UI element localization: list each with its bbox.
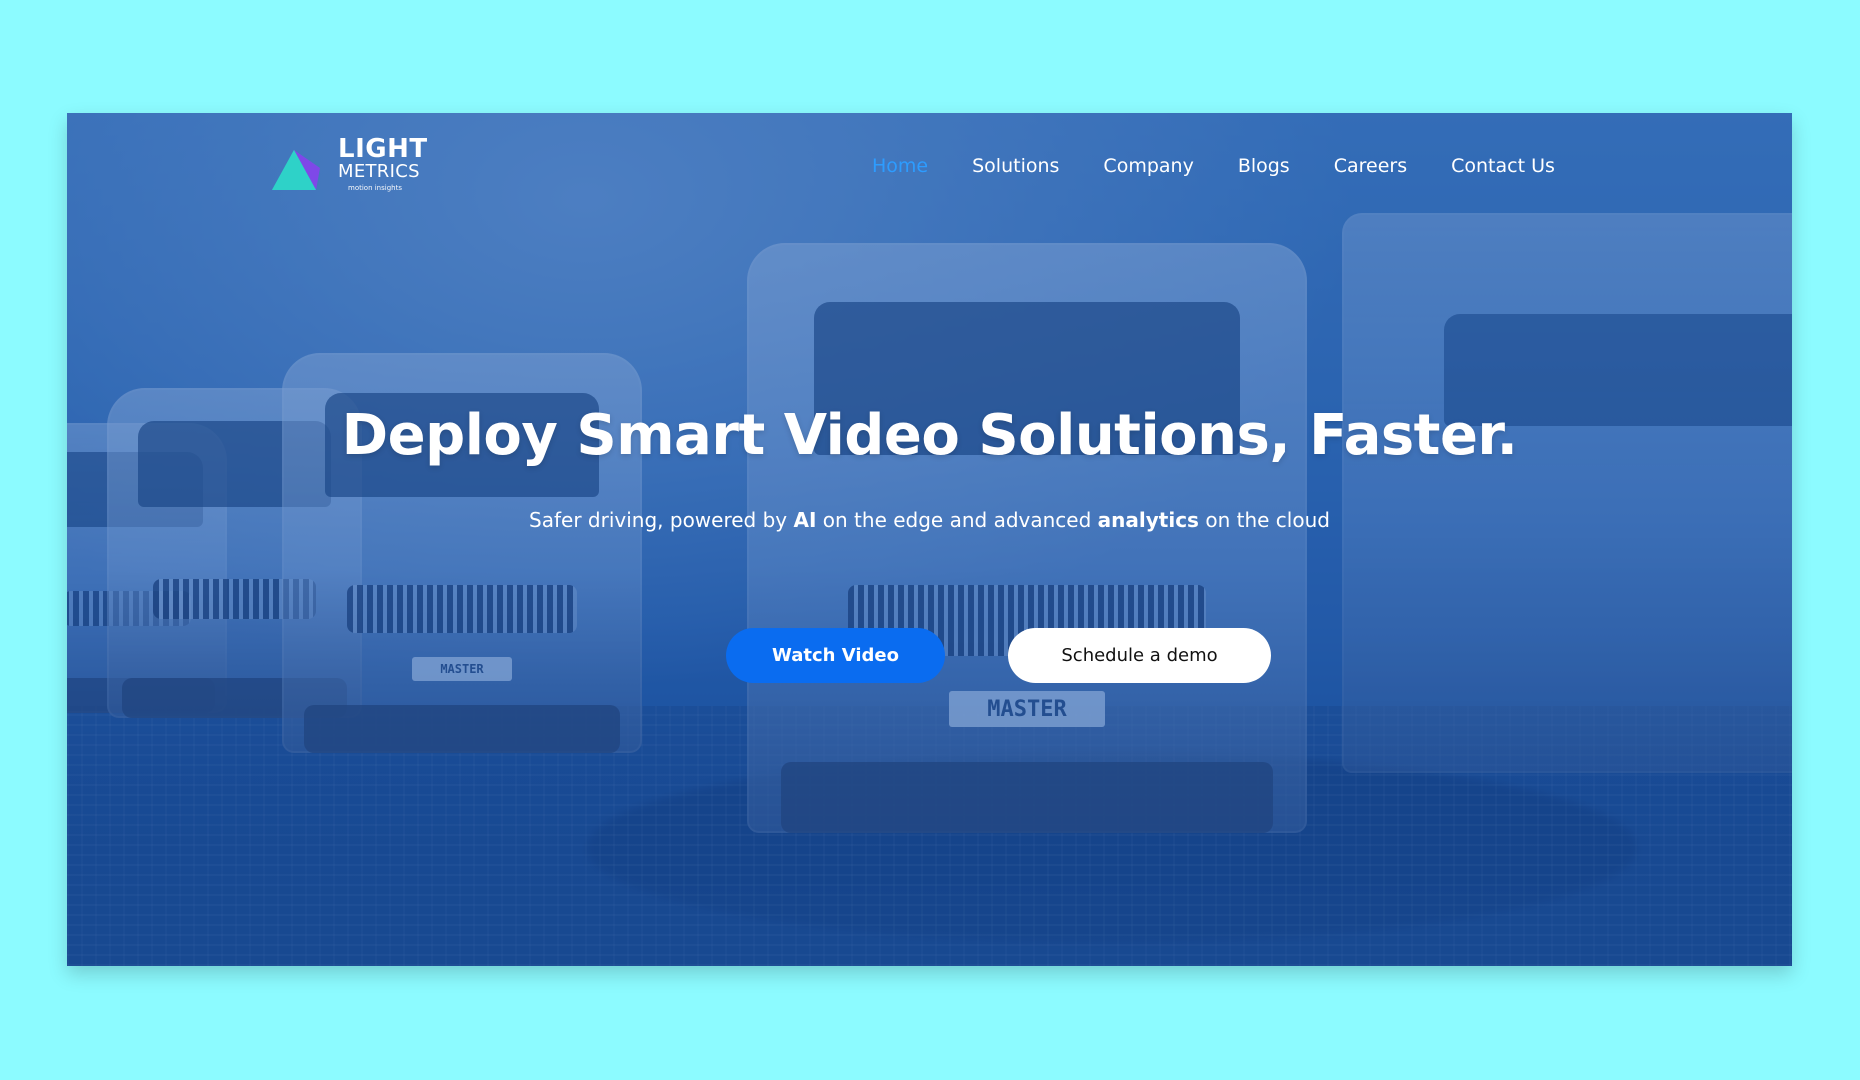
nav-home[interactable]: Home [872, 155, 928, 177]
website-screenshot: MASTER MASTER LIGHT METRICS motion insig… [67, 113, 1792, 966]
logo-tagline: motion insights [348, 184, 402, 192]
nav-careers[interactable]: Careers [1334, 155, 1407, 177]
nav-solutions[interactable]: Solutions [972, 155, 1059, 177]
nav-company[interactable]: Company [1103, 155, 1193, 177]
schedule-demo-button[interactable]: Schedule a demo [1008, 628, 1271, 683]
site-logo[interactable]: LIGHT METRICS motion insights [270, 134, 430, 192]
nav-contact-us[interactable]: Contact Us [1451, 155, 1555, 177]
logo-name-line2: METRICS [338, 161, 420, 182]
nav-blogs[interactable]: Blogs [1238, 155, 1290, 177]
blue-overlay [67, 113, 1792, 966]
logo-name-line1: LIGHT [338, 134, 428, 164]
hero-title: Deploy Smart Video Solutions, Faster. [341, 403, 1518, 468]
watch-video-button[interactable]: Watch Video [726, 628, 945, 683]
page-background: MASTER MASTER LIGHT METRICS motion insig… [0, 0, 1860, 1080]
triangle-logo-icon [272, 150, 320, 190]
main-navigation: Home Solutions Company Blogs Careers Con… [872, 155, 1555, 177]
hero-subtitle: Safer driving, powered by AI on the edge… [529, 508, 1330, 532]
